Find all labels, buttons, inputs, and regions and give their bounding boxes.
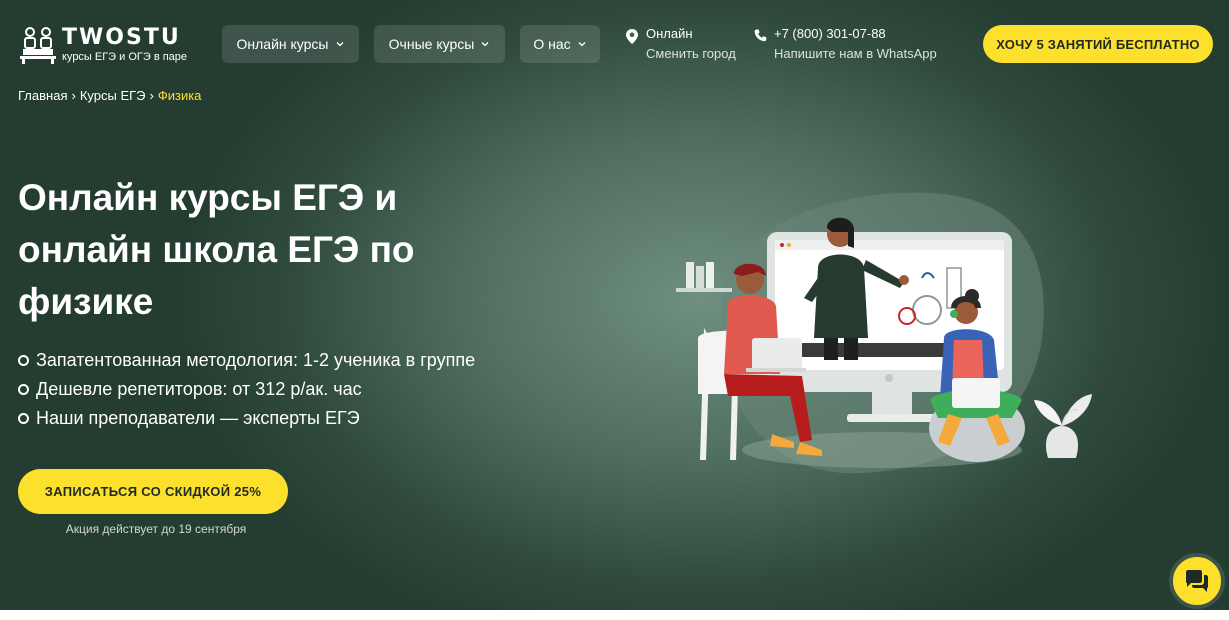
nav-about[interactable]: О нас (520, 25, 600, 63)
promo-note: Акция действует до 19 сентября (65, 522, 247, 536)
chevron-down-icon (578, 42, 586, 47)
feature-list: Запатентованная методология: 1-2 ученика… (18, 346, 475, 433)
feature-item: Запатентованная методология: 1-2 ученика… (18, 346, 475, 375)
page-bottom (0, 610, 1229, 620)
change-city-link[interactable]: Сменить город (646, 46, 736, 61)
page-title: Онлайн курсы ЕГЭ и онлайн школа ЕГЭ по ф… (18, 177, 415, 322)
whatsapp-link[interactable]: Напишите нам в WhatsApp (774, 46, 937, 61)
logo[interactable]: TWOSTU курсы ЕГЭ и ОГЭ в паре (18, 24, 203, 66)
logo-name: TWOSTU (62, 24, 181, 50)
chat-widget-button[interactable] (1169, 553, 1225, 609)
hero-illustration (676, 192, 1092, 474)
feature-text: Дешевле репетиторов: от 312 р/ак. час (36, 379, 362, 399)
nav-label: Очные курсы (388, 36, 475, 52)
breadcrumb: Главная › Курсы ЕГЭ › Физика (18, 88, 201, 103)
map-pin-icon (626, 29, 638, 44)
bullet-circle-icon (18, 413, 29, 424)
feature-text: Запатентованная методология: 1-2 ученика… (36, 350, 476, 370)
hero-section: TWOSTU курсы ЕГЭ и ОГЭ в паре Онлайн кур… (0, 0, 1229, 610)
breadcrumb-separator: › (71, 88, 76, 103)
current-city: Онлайн (646, 26, 693, 41)
breadcrumb-current: Физика (157, 88, 202, 103)
breadcrumb-ege-link[interactable]: Курсы ЕГЭ (80, 88, 146, 103)
bullet-circle-icon (18, 355, 29, 366)
breadcrumb-separator: › (149, 88, 154, 103)
feature-text: Наши преподаватели — эксперты ЕГЭ (36, 408, 360, 428)
nav-label: Онлайн курсы (236, 36, 329, 52)
feature-item: Наши преподаватели — эксперты ЕГЭ (18, 404, 475, 433)
free-lessons-button[interactable]: ХОЧУ 5 ЗАНЯТИЙ БЕСПЛАТНО (983, 25, 1213, 63)
nav-online-courses[interactable]: Онлайн курсы (222, 25, 359, 63)
chevron-down-icon (481, 42, 489, 47)
phone-icon (754, 29, 767, 42)
feature-item: Дешевле репетиторов: от 312 р/ак. час (18, 375, 475, 404)
chevron-down-icon (336, 42, 343, 47)
logo-tagline: курсы ЕГЭ и ОГЭ в паре (62, 50, 188, 63)
nav-label: О нас (533, 36, 571, 52)
phone-number-link[interactable]: +7 (800) 301-07-88 (774, 26, 886, 41)
discount-signup-button[interactable]: ЗАПИСАТЬСЯ СО СКИДКОЙ 25% (18, 469, 288, 514)
chat-bubbles-icon (1186, 570, 1208, 592)
breadcrumb-home-link[interactable]: Главная (18, 88, 67, 103)
bullet-circle-icon (18, 384, 29, 395)
nav-offline-courses[interactable]: Очные курсы (374, 25, 505, 63)
logo-students-icon (20, 27, 56, 64)
